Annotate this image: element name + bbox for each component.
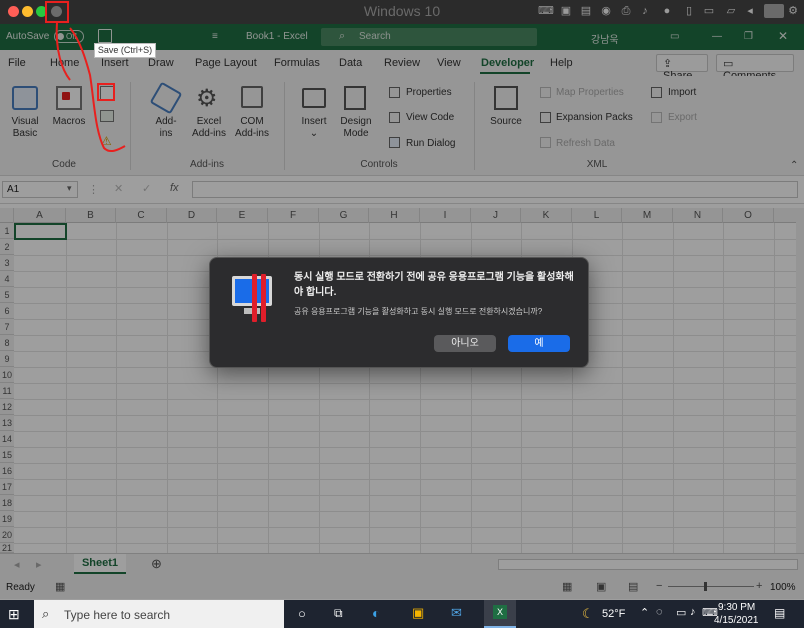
taskbar-search-box[interactable]: ⌕ Type here to search — [34, 600, 284, 628]
windows-taskbar: ⊞ ⌕ Type here to search ○ ⧉ ◐ ▣ ✉ X ☾ 52… — [0, 600, 804, 628]
display-icon[interactable]: ▭ — [676, 606, 686, 619]
excel-taskbar-button[interactable]: X — [484, 600, 516, 628]
tray-chevron-icon[interactable]: ⌃ — [640, 606, 649, 619]
clock-time[interactable]: 9:30 PM — [718, 602, 755, 613]
temperature[interactable]: 52°F — [602, 608, 625, 620]
taskbar-search-placeholder: Type here to search — [64, 608, 171, 622]
annotation-box — [45, 1, 69, 23]
network-icon[interactable]: ◌ — [656, 606, 663, 618]
mail-icon[interactable]: ✉ — [451, 605, 462, 621]
moon-weather-icon[interactable]: ☾ — [582, 606, 594, 622]
excel-icon: X — [493, 605, 507, 619]
volume-icon[interactable]: ♪ — [690, 606, 696, 618]
red-annotation — [45, 1, 126, 153]
annotation-box-record — [97, 83, 115, 101]
search-icon: ⌕ — [42, 606, 50, 621]
store-icon[interactable]: ▣ — [412, 605, 424, 621]
clock-date[interactable]: 4/15/2021 — [714, 615, 759, 626]
edge-icon[interactable]: ◐ — [372, 605, 380, 621]
cortana-icon[interactable]: ○ — [298, 606, 306, 621]
notification-icon[interactable]: ▤ — [774, 606, 785, 620]
annotation-line — [55, 21, 71, 81]
task-view-icon[interactable]: ⧉ — [334, 606, 343, 621]
windows-start-icon[interactable]: ⊞ — [8, 606, 20, 623]
